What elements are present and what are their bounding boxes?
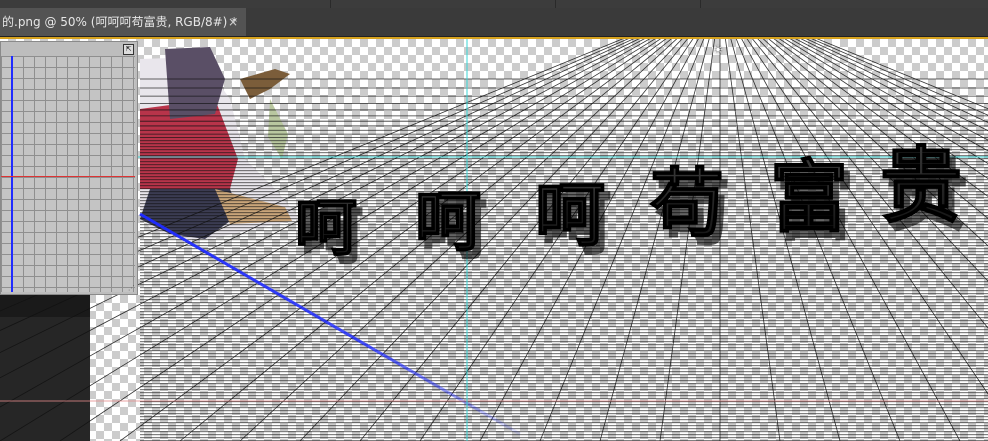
headline-char: 贵 — [880, 138, 962, 234]
document-tab-bar: 的.png @ 50% (呵呵呵苟富贵, RGB/8#) * × — [0, 8, 988, 37]
canvas-workspace[interactable]: 呵呵呵呵呵呵苟苟富富贵贵 ☀ ⇱ ⋰ — [0, 39, 988, 441]
navigator-panel[interactable]: ⇱ ⋰ — [0, 41, 138, 295]
document-tab-title: 的.png @ 50% (呵呵呵苟富贵, RGB/8#) * — [2, 15, 238, 29]
light-source-icon[interactable]: ☀ — [711, 43, 725, 57]
close-icon[interactable]: × — [228, 8, 238, 36]
panel-blue-axis — [11, 56, 13, 292]
document-tab[interactable]: 的.png @ 50% (呵呵呵苟富贵, RGB/8#) * × — [0, 8, 246, 36]
panel-grid-preview — [1, 56, 135, 292]
headline-char: 富 — [770, 152, 848, 243]
top-strip — [0, 0, 988, 8]
panel-red-axis — [1, 176, 135, 177]
vanishing-point-overlay: 呵呵 呵呵 呵呵 苟苟 富富 贵贵 — [0, 39, 988, 441]
panel-expand-icon[interactable]: ⇱ — [123, 44, 134, 55]
character-illustration — [140, 47, 300, 239]
headline-char: 苟 — [650, 161, 724, 247]
headline-char: 呵 — [415, 182, 481, 260]
resize-grip-icon[interactable]: ⋰ — [128, 284, 135, 292]
headline-char: 呵 — [535, 173, 605, 256]
headline-char: 呵 — [295, 191, 357, 264]
